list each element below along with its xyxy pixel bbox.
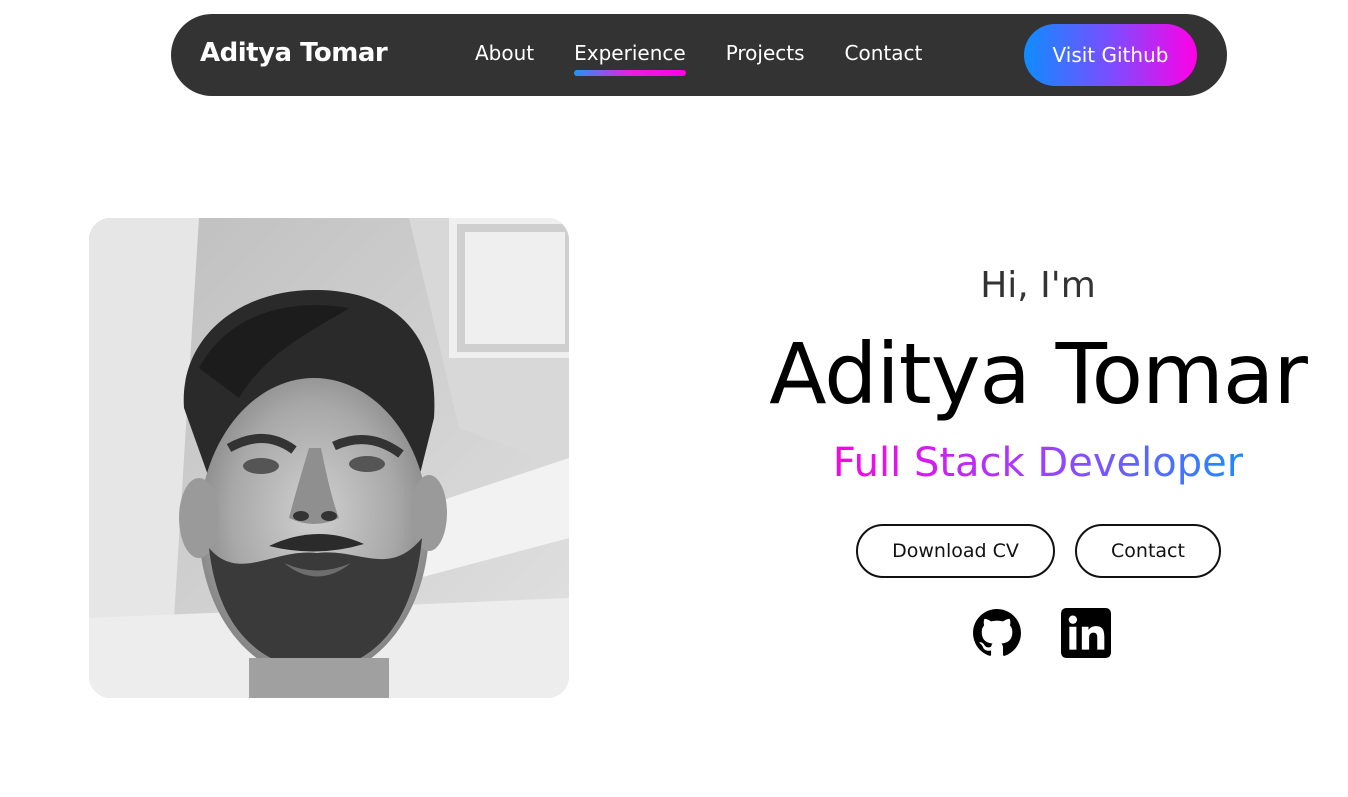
hero-role: Full Stack Developer <box>728 443 1348 483</box>
hero-buttons: Download CV Contact <box>856 524 1221 578</box>
hero-name: Aditya Tomar <box>769 325 1308 423</box>
download-cv-button[interactable]: Download CV <box>856 524 1055 578</box>
portfolio-page: Aditya Tomar About Experience Projects C… <box>0 0 1348 797</box>
nav-link-contact[interactable]: Contact <box>845 41 923 65</box>
nav-link-projects[interactable]: Projects <box>726 41 805 65</box>
github-icon[interactable] <box>972 608 1022 658</box>
contact-button[interactable]: Contact <box>1075 524 1221 578</box>
linkedin-icon[interactable] <box>1061 608 1111 658</box>
nav-links: About Experience Projects Contact <box>475 41 962 76</box>
social-links <box>972 608 1111 658</box>
profile-photo-image <box>89 218 569 698</box>
nav-link-experience[interactable]: Experience <box>574 41 686 76</box>
nav-link-about[interactable]: About <box>475 41 534 65</box>
visit-github-button[interactable]: Visit Github <box>1024 24 1197 86</box>
navbar: Aditya Tomar About Experience Projects C… <box>171 14 1227 96</box>
hero-role-text: Full Stack Developer <box>832 440 1244 486</box>
hero-greeting: Hi, I'm <box>980 265 1096 306</box>
profile-photo <box>89 218 569 698</box>
brand-logo[interactable]: Aditya Tomar <box>200 38 388 68</box>
